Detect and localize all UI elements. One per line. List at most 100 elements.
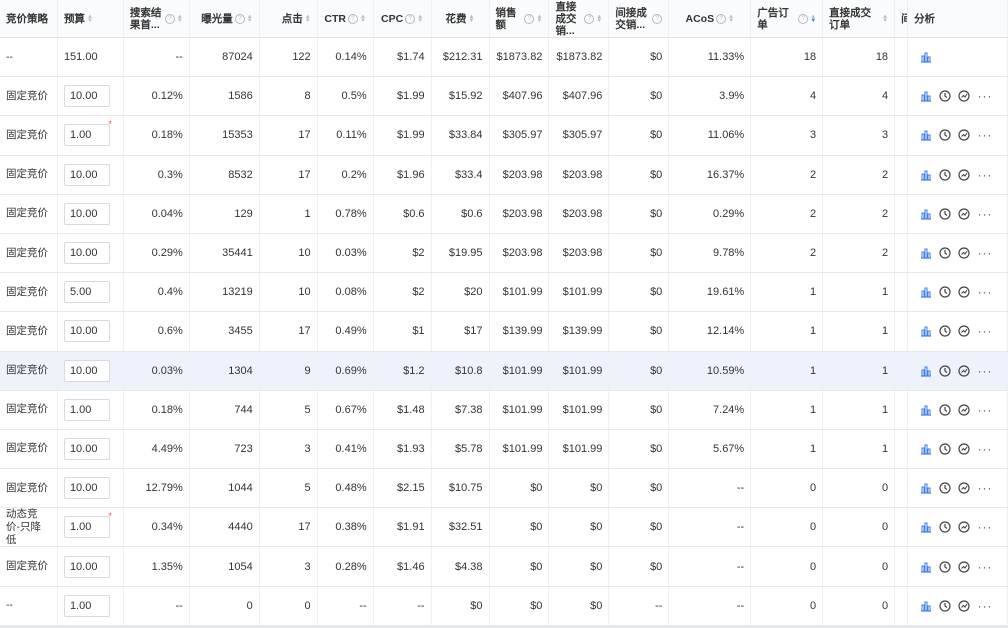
clock-icon[interactable] <box>939 169 951 181</box>
bar-chart-icon[interactable] <box>920 482 932 494</box>
clock-icon[interactable] <box>939 325 951 338</box>
sort-icon[interactable]: ▲ ▼ <box>882 14 888 24</box>
help-icon[interactable]: ? <box>347 13 358 24</box>
more-icon[interactable]: ··· <box>977 442 993 456</box>
budget-input[interactable]: 10.00 <box>63 555 110 578</box>
header-direct_sales[interactable]: 直接成交销...? ▲ ▼ <box>549 0 610 37</box>
bar-chart-icon[interactable] <box>920 443 932 455</box>
sort-icon[interactable]: ▲ ▼ <box>360 14 366 24</box>
sort-icon[interactable]: ▲ ▼ <box>417 14 423 24</box>
clock-icon[interactable] <box>939 482 951 494</box>
budget-input[interactable]: 1.00 * <box>63 511 112 539</box>
budget-input[interactable]: 1.00 <box>63 594 110 617</box>
clock-icon[interactable] <box>939 364 951 377</box>
help-icon[interactable]: ? <box>652 13 663 24</box>
sort-icon[interactable]: ▲ ▼ <box>247 14 253 24</box>
bid-adjust-icon[interactable] <box>958 521 970 533</box>
header-direct_orders[interactable]: 直接成交订单 ▲ ▼ <box>823 0 896 37</box>
more-icon[interactable]: ··· <box>977 246 993 260</box>
clock-icon[interactable] <box>939 443 951 455</box>
help-icon[interactable]: ? <box>164 13 175 24</box>
bar-chart-icon[interactable] <box>920 325 932 338</box>
clock-icon[interactable] <box>939 600 951 612</box>
budget-input[interactable]: 1.00 * <box>63 119 112 147</box>
budget-input[interactable]: 5.00 <box>63 281 110 304</box>
clock-icon[interactable] <box>939 521 951 533</box>
budget-input[interactable]: 10.00 <box>63 437 110 460</box>
budget-input[interactable]: 10.00 <box>63 163 110 186</box>
header-acos[interactable]: ACoS? ▲ ▼ <box>669 0 752 37</box>
bar-chart-icon[interactable] <box>920 365 932 377</box>
bid-adjust-icon[interactable] <box>958 404 970 416</box>
more-icon[interactable]: ··· <box>977 285 993 299</box>
more-icon[interactable]: ··· <box>977 324 993 338</box>
bar-chart-icon[interactable] <box>920 208 932 220</box>
more-icon[interactable]: ··· <box>977 207 993 221</box>
bar-chart-icon[interactable] <box>920 404 932 416</box>
clock-icon[interactable] <box>939 129 951 142</box>
header-sales[interactable]: 销售额? ▲ ▼ <box>490 0 550 37</box>
help-icon[interactable]: ? <box>405 13 416 24</box>
more-icon[interactable]: ··· <box>977 560 993 574</box>
bid-adjust-icon[interactable] <box>958 364 970 377</box>
budget-input[interactable]: 10.00 <box>63 477 110 500</box>
bid-adjust-icon[interactable] <box>958 482 970 494</box>
more-icon[interactable]: ··· <box>977 89 993 103</box>
bar-chart-icon[interactable] <box>920 521 932 533</box>
clock-icon[interactable] <box>939 208 951 220</box>
more-icon[interactable]: ··· <box>977 364 993 378</box>
header-clicks[interactable]: 点击 ▲ ▼ <box>260 0 318 37</box>
help-icon[interactable]: ? <box>716 13 727 24</box>
bid-adjust-icon[interactable] <box>958 443 970 455</box>
bar-chart-icon[interactable] <box>920 169 932 181</box>
sort-icon[interactable]: ▲ ▼ <box>536 14 542 24</box>
header-ctr[interactable]: CTR? ▲ ▼ <box>318 0 374 37</box>
header-spend[interactable]: 花费 ▲ ▼ <box>432 0 490 37</box>
clock-icon[interactable] <box>939 404 951 416</box>
bid-adjust-icon[interactable] <box>958 247 970 259</box>
more-icon[interactable]: ··· <box>977 520 993 534</box>
more-icon[interactable]: ··· <box>977 481 993 495</box>
sort-icon[interactable]: ▲ ▼ <box>469 14 475 24</box>
bar-chart-icon[interactable] <box>920 51 932 63</box>
budget-input[interactable]: 1.00 <box>63 398 110 421</box>
bid-adjust-icon[interactable] <box>958 208 970 220</box>
clock-icon[interactable] <box>939 560 951 573</box>
bar-chart-icon[interactable] <box>920 247 932 259</box>
bid-adjust-icon[interactable] <box>958 286 970 298</box>
budget-input[interactable]: 10.00 <box>63 359 110 382</box>
more-icon[interactable]: ··· <box>977 128 993 142</box>
clock-icon[interactable] <box>939 90 951 102</box>
bar-chart-icon[interactable] <box>920 561 932 573</box>
budget-input[interactable]: 10.00 <box>63 85 110 108</box>
header-budget[interactable]: 预算 ▲ ▼ <box>58 0 124 37</box>
bid-adjust-icon[interactable] <box>958 600 970 612</box>
header-search_top[interactable]: 搜索结果首...? ▲ ▼ <box>124 0 190 37</box>
bid-adjust-icon[interactable] <box>958 90 970 102</box>
clock-icon[interactable] <box>939 247 951 259</box>
sort-icon[interactable]: ▲ ▼ <box>87 14 93 24</box>
bar-chart-icon[interactable] <box>920 129 932 142</box>
sort-icon[interactable]: ▲ ▼ <box>305 14 311 24</box>
more-icon[interactable]: ··· <box>977 168 993 182</box>
header-ad_orders[interactable]: 广告订单? ▲ ▼ <box>751 0 824 37</box>
header-impr[interactable]: 曝光量? ▲ ▼ <box>190 0 260 37</box>
header-cpc[interactable]: CPC? ▲ ▼ <box>374 0 432 37</box>
more-icon[interactable]: ··· <box>977 599 993 613</box>
help-icon[interactable]: ? <box>524 13 535 24</box>
sort-icon[interactable]: ▲ ▼ <box>177 14 183 24</box>
bar-chart-icon[interactable] <box>920 90 932 102</box>
sort-icon[interactable]: ▲ ▼ <box>596 14 602 24</box>
clock-icon[interactable] <box>939 286 951 298</box>
budget-input[interactable]: 10.00 <box>63 320 110 343</box>
bar-chart-icon[interactable] <box>920 286 932 298</box>
help-icon[interactable]: ? <box>234 13 245 24</box>
sort-icon[interactable]: ▲ ▼ <box>728 14 734 24</box>
help-icon[interactable]: ? <box>584 13 595 24</box>
bid-adjust-icon[interactable] <box>958 325 970 338</box>
bar-chart-icon[interactable] <box>920 600 932 612</box>
bid-adjust-icon[interactable] <box>958 129 970 142</box>
budget-input[interactable]: 10.00 <box>63 202 110 225</box>
bid-adjust-icon[interactable] <box>958 560 970 573</box>
sort-icon[interactable]: ▲ ▼ <box>810 14 816 24</box>
